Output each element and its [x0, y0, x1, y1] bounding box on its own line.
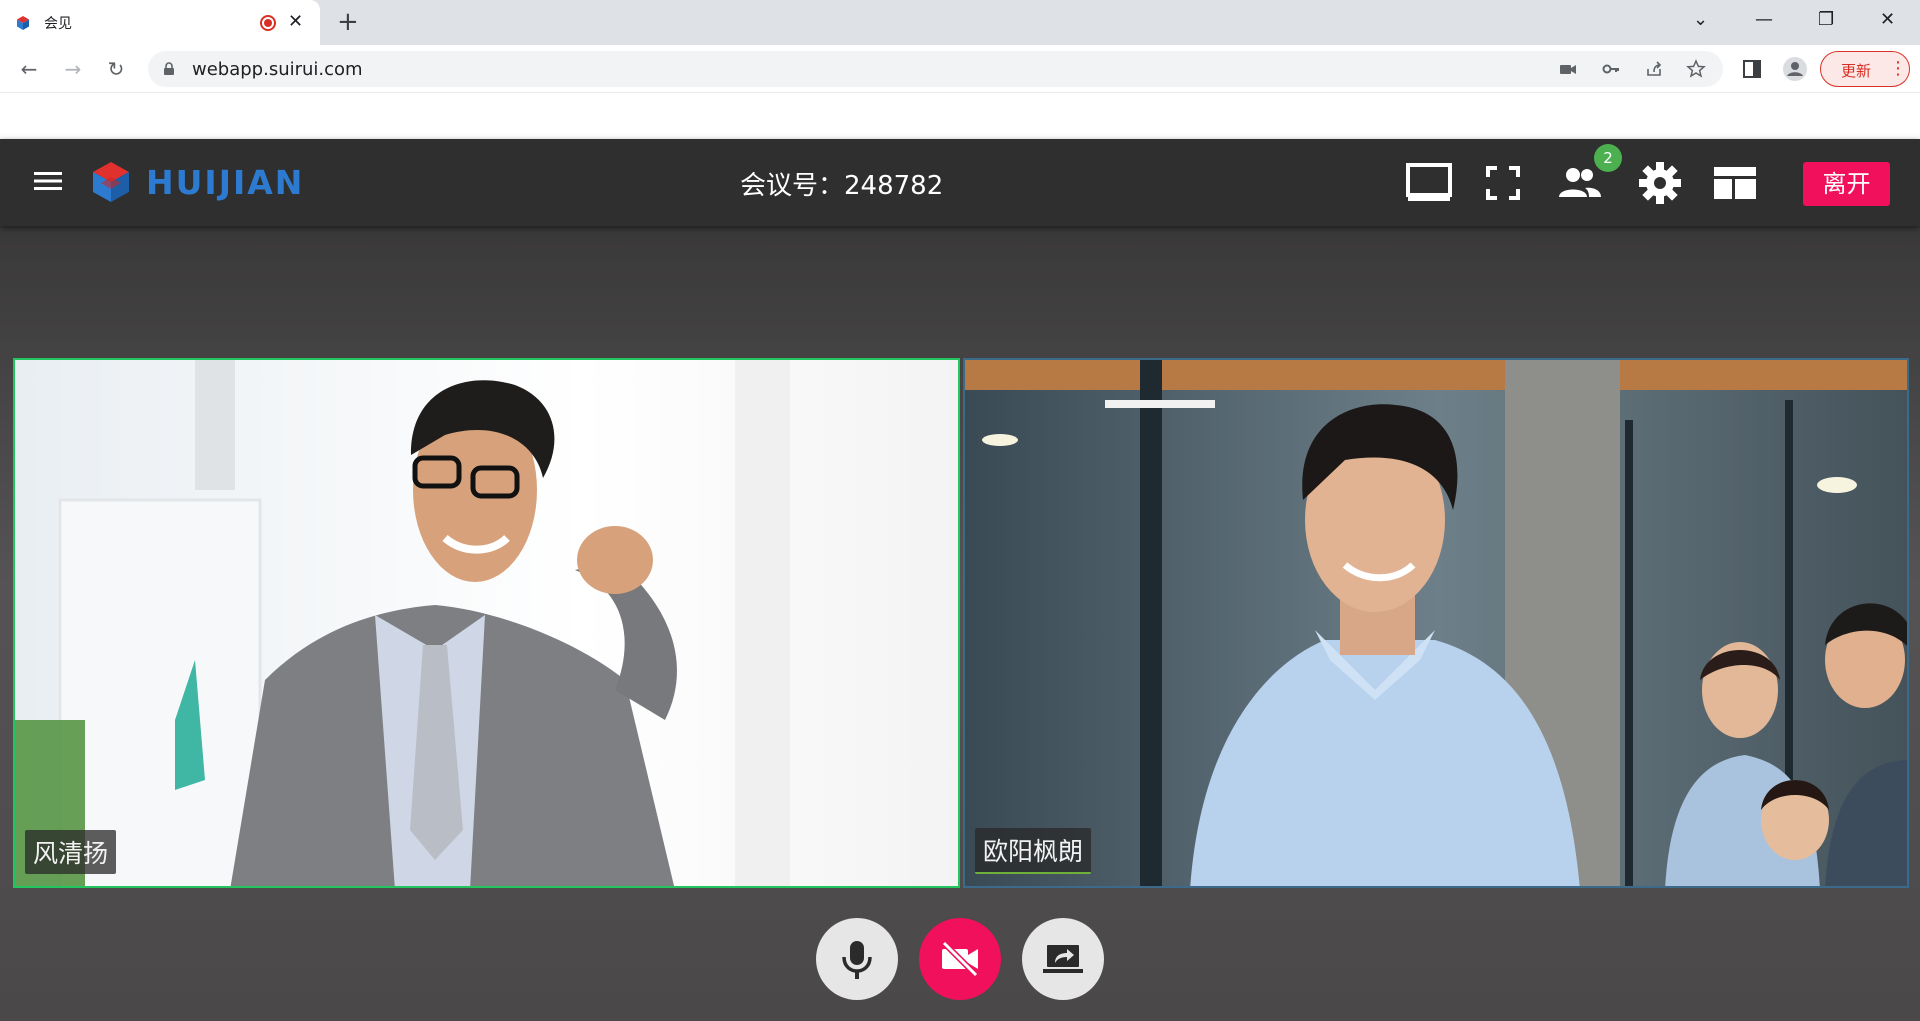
- video-tile-1[interactable]: 风清扬: [13, 358, 960, 888]
- browser-toolbar: ← → ↻ webapp.suirui.com 更新 ⋮: [0, 45, 1920, 93]
- video-tile-2[interactable]: 欧阳枫朗: [963, 358, 1909, 888]
- bookmark-star-icon[interactable]: [1686, 59, 1706, 79]
- minimize-button[interactable]: —: [1755, 8, 1773, 32]
- app-favicon-icon: [17, 16, 29, 30]
- url-text[interactable]: webapp.suirui.com: [192, 59, 363, 80]
- browser-tabstrip: 会见 ✕ + ⌄ — ❐ ✕: [0, 0, 1920, 45]
- new-tab-button[interactable]: +: [337, 9, 359, 35]
- update-label: 更新: [1841, 62, 1872, 80]
- camera-off-button[interactable]: [919, 918, 1001, 1000]
- participant-name-tag: 风清扬: [25, 830, 117, 874]
- participant-1-video: [15, 360, 958, 886]
- brand-name: HUIJIAN: [146, 163, 305, 202]
- close-window-button[interactable]: ✕: [1880, 8, 1895, 32]
- restore-button[interactable]: ❐: [1818, 8, 1834, 32]
- share-icon[interactable]: [1644, 59, 1664, 79]
- camera-icon[interactable]: [1558, 59, 1578, 79]
- tab-search-icon[interactable]: ⌄: [1693, 8, 1708, 32]
- forward-button[interactable]: →: [61, 57, 85, 81]
- tab-close-icon[interactable]: ✕: [288, 12, 303, 32]
- key-icon[interactable]: [1601, 59, 1621, 79]
- microphone-icon: [842, 941, 872, 979]
- hamburger-menu-icon[interactable]: [34, 169, 62, 193]
- share-screen-icon: [1043, 945, 1083, 973]
- browser-tab[interactable]: 会见 ✕: [0, 0, 320, 45]
- tab-title: 会见: [44, 16, 72, 32]
- leave-button[interactable]: 离开: [1803, 162, 1890, 206]
- lock-icon: [164, 62, 174, 75]
- huijian-logo-icon: [93, 162, 129, 202]
- meeting-number: 会议号：248782: [740, 171, 944, 201]
- microphone-button[interactable]: [816, 918, 898, 1000]
- profile-avatar-icon[interactable]: [1783, 57, 1807, 81]
- menu-dots-icon: ⋮: [1889, 58, 1907, 79]
- share-screen-button[interactable]: [1022, 918, 1104, 1000]
- participants-count-badge: 2: [1594, 144, 1622, 172]
- reload-button[interactable]: ↻: [104, 57, 128, 81]
- camera-off-icon: [941, 940, 979, 978]
- address-bar[interactable]: webapp.suirui.com: [148, 51, 1723, 87]
- update-button[interactable]: 更新 ⋮: [1820, 51, 1910, 87]
- recording-indicator-icon: [260, 15, 276, 31]
- participant-name-tag: 欧阳枫朗: [975, 828, 1092, 874]
- app-header: HUIJIAN 会议号：248782 离开: [0, 139, 1920, 226]
- fullscreen-icon[interactable]: [1479, 159, 1527, 207]
- back-button[interactable]: ←: [17, 57, 41, 81]
- settings-gear-icon[interactable]: [1636, 159, 1684, 207]
- side-panel-icon[interactable]: [1740, 57, 1764, 81]
- participant-2-video: [965, 360, 1907, 886]
- screen-layout-icon[interactable]: [1405, 159, 1453, 207]
- grid-layout-icon[interactable]: [1711, 159, 1759, 207]
